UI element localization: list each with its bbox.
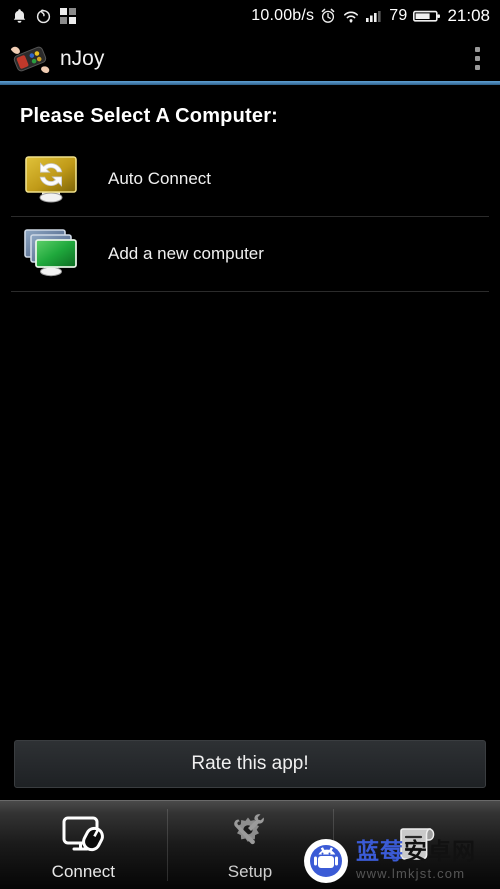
tab-setup[interactable]: Setup bbox=[166, 801, 334, 889]
battery-percent-label: 79 bbox=[389, 7, 408, 24]
network-speed-label: 10.00b/s bbox=[251, 7, 315, 24]
cellular-signal-icon bbox=[366, 11, 381, 22]
add-computer-monitors-icon bbox=[24, 229, 77, 277]
status-bar: 10.00b/s 79 21:08 bbox=[0, 0, 500, 32]
app-root: 10.00b/s 79 21:08 nJoy Please Select A C… bbox=[0, 0, 500, 889]
scroll-document-icon bbox=[399, 827, 434, 860]
tab-label-connect: Connect bbox=[51, 861, 115, 881]
notification-bell-icon bbox=[13, 9, 26, 23]
battery-icon bbox=[413, 10, 441, 22]
tab-log[interactable] bbox=[333, 801, 500, 889]
monitor-mouse-icon bbox=[62, 816, 105, 851]
tab-connect[interactable]: Connect bbox=[0, 801, 167, 889]
status-bar-right: 10.00b/s 79 21:08 bbox=[251, 6, 490, 26]
page-title: Please Select A Computer: bbox=[20, 105, 279, 127]
list-item-auto-connect[interactable]: Auto Connect bbox=[0, 142, 500, 216]
list-divider bbox=[11, 291, 489, 292]
clock-label: 21:08 bbox=[447, 6, 490, 25]
app-title: nJoy bbox=[60, 46, 105, 70]
tab-label-setup: Setup bbox=[227, 861, 273, 881]
alarm-clock-icon bbox=[321, 8, 335, 23]
rate-button-container: Rate this app! bbox=[0, 740, 500, 800]
status-bar-left-icons bbox=[12, 8, 76, 24]
gamepad-in-hand-logo bbox=[10, 46, 50, 73]
netease-music-icon bbox=[36, 9, 51, 24]
gear-wrench-icon bbox=[234, 813, 264, 844]
action-bar: nJoy bbox=[0, 32, 500, 85]
overflow-menu-icon[interactable] bbox=[454, 32, 500, 85]
wifi-icon bbox=[344, 11, 359, 23]
list-item-add-computer[interactable]: Add a new computer bbox=[0, 217, 500, 291]
list-item-label: Auto Connect bbox=[108, 169, 212, 188]
computer-list: Auto Connect Add a new computer bbox=[0, 142, 500, 292]
list-item-label: Add a new computer bbox=[108, 244, 264, 263]
main-content: Please Select A Computer: Auto Connect A… bbox=[0, 85, 500, 800]
auto-connect-monitor-icon bbox=[25, 156, 77, 203]
rate-this-app-button[interactable]: Rate this app! bbox=[14, 740, 486, 788]
app-grid-icon bbox=[60, 8, 76, 24]
bottom-tab-bar: Connect Setup 蓝莓安卓网 www.lmkjst.com bbox=[0, 800, 500, 889]
